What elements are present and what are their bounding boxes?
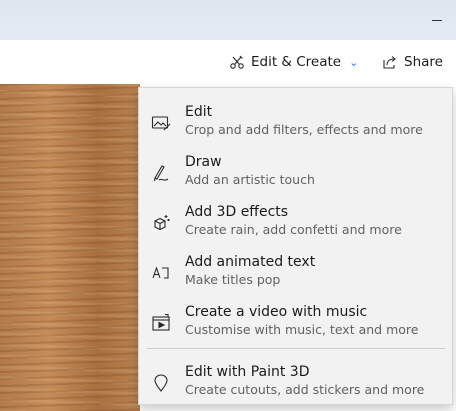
- menu-item-title: Create a video with music: [185, 304, 368, 320]
- menu-item-3d-effects[interactable]: Add 3D effects Create rain, add confetti…: [139, 198, 452, 242]
- paint-3d-icon: [150, 372, 172, 394]
- title-bar: [0, 0, 456, 40]
- scissors-pen-icon: [230, 55, 244, 69]
- menu-item-video-music[interactable]: Create a video with music Customise with…: [139, 298, 452, 342]
- share-button[interactable]: Share: [382, 50, 443, 74]
- menu-item-paint-3d[interactable]: Edit with Paint 3D Create cutouts, add s…: [139, 358, 452, 402]
- menu-item-animated-text[interactable]: Add animated text Make titles pop: [139, 248, 452, 292]
- menu-item-subtitle: Add an artistic touch: [185, 172, 315, 187]
- menu-item-edit[interactable]: Edit Crop and add filters, effects and m…: [139, 100, 452, 144]
- edit-create-label: Edit & Create: [251, 54, 342, 70]
- menu-item-title: Add animated text: [185, 254, 316, 270]
- menu-item-subtitle: Create cutouts, add stickers and more: [185, 382, 425, 397]
- edit-photo-icon: [150, 112, 172, 134]
- menu-item-subtitle: Create rain, add confetti and more: [185, 222, 402, 237]
- minimize-button[interactable]: [422, 6, 452, 34]
- menu-item-title: Draw: [185, 154, 222, 170]
- draw-pen-icon: [150, 162, 172, 184]
- animated-text-icon: [150, 262, 172, 284]
- menu-item-title: Edit with Paint 3D: [185, 364, 310, 380]
- share-icon: [383, 56, 396, 69]
- wood-photo: [0, 84, 140, 411]
- share-label: Share: [404, 54, 443, 70]
- video-music-icon: [150, 312, 172, 334]
- menu-item-subtitle: Customise with music, text and more: [185, 322, 419, 337]
- edit-create-button[interactable]: Edit & Create ⌄: [229, 50, 358, 74]
- menu-item-draw[interactable]: Draw Add an artistic touch: [139, 148, 452, 192]
- chevron-down-icon: ⌄: [349, 55, 359, 69]
- 3d-effects-icon: [150, 212, 172, 234]
- menu-item-subtitle: Crop and add filters, effects and more: [185, 122, 423, 137]
- menu-item-title: Edit: [185, 104, 213, 120]
- menu-separator: [147, 348, 445, 349]
- menu-item-subtitle: Make titles pop: [185, 272, 281, 287]
- toolbar: Edit & Create ⌄ Share: [0, 40, 456, 84]
- edit-create-menu: Edit Crop and add filters, effects and m…: [138, 87, 453, 405]
- menu-item-title: Add 3D effects: [185, 204, 289, 220]
